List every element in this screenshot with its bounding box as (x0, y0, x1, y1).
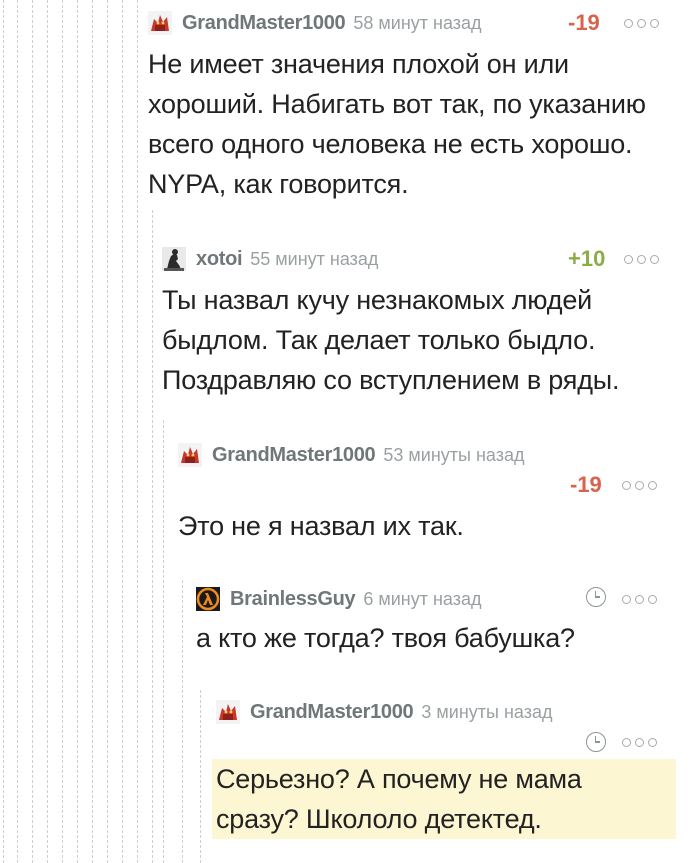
red-creature-avatar-icon[interactable] (148, 11, 172, 35)
more-options-icon[interactable] (624, 255, 659, 264)
comment-text-line: быдлом. Так делает только быдло. (162, 325, 596, 355)
red-creature-avatar-icon[interactable] (178, 443, 202, 467)
comment-text: а кто же тогда? твоя бабушка? (196, 618, 676, 658)
thread-line (182, 580, 183, 863)
half-life-lambda-avatar-icon[interactable] (196, 587, 220, 611)
thread-line (200, 690, 201, 863)
thread-line (152, 210, 153, 863)
thread-line (32, 0, 33, 863)
comment-text-line: всего одного человека не есть хорошо. (148, 129, 633, 159)
author-name[interactable]: GrandMaster1000 (250, 701, 414, 724)
thread-line (3, 0, 4, 863)
comment: GrandMaster1000 58 минут назад -19 Не им… (148, 8, 688, 204)
more-options-icon[interactable] (622, 595, 657, 604)
comment-time[interactable]: 3 минуты назад (421, 702, 552, 723)
clock-icon[interactable] (586, 732, 606, 752)
comment-time[interactable]: 55 минут назад (250, 249, 378, 270)
comment-thread: GrandMaster1000 58 минут назад -19 Не им… (0, 0, 700, 863)
comment-time[interactable]: 53 минуты назад (383, 445, 524, 466)
comment: GrandMaster1000 53 минуты назад -19 Это … (178, 440, 678, 546)
comment-text-line: а кто же тогда? твоя бабушка? (196, 623, 575, 653)
comment-controls (216, 727, 676, 757)
comment-text-line: Это не я назвал их так. (178, 511, 464, 541)
comment-time[interactable]: 6 минут назад (363, 589, 481, 610)
comment-text-line: Поздравляю со вступлением в ряды. (162, 365, 620, 395)
comment-text-highlighted: Серьезно? А почему не мама сразу? Школол… (212, 759, 676, 839)
comment: BrainlessGuy 6 минут назад а кто же тогд… (196, 584, 676, 658)
thread-line (107, 0, 108, 863)
comment-header: xotoi 55 минут назад +10 (162, 244, 682, 274)
author-name[interactable]: GrandMaster1000 (212, 444, 376, 467)
comment-rating: +10 (568, 246, 606, 271)
comment-text-line: Ты назвал кучу незнакомых людей (162, 285, 593, 315)
thread-line (163, 420, 164, 863)
more-options-icon[interactable] (624, 19, 659, 28)
comment-header: GrandMaster1000 53 минуты назад (178, 440, 678, 470)
comment-rating: -19 (570, 472, 602, 497)
more-options-icon[interactable] (622, 481, 657, 490)
comment: xotoi 55 минут назад +10 Ты назвал кучу … (162, 244, 682, 400)
more-options-icon[interactable] (622, 738, 657, 747)
comment-header: GrandMaster1000 58 минут назад -19 (148, 8, 688, 38)
comment-text-line: Не имеет значения плохой он или (148, 49, 569, 79)
thinker-statue-avatar-icon[interactable] (162, 247, 186, 271)
thread-line (122, 0, 123, 863)
thread-line (92, 0, 93, 863)
author-name[interactable]: BrainlessGuy (230, 588, 356, 611)
comment-text-line: хороший. Набигать вот так, по указанию (148, 89, 646, 119)
clock-icon[interactable] (586, 587, 606, 607)
comment: GrandMaster1000 3 минуты назад Серьезно?… (212, 697, 676, 839)
thread-line (77, 0, 78, 863)
author-name[interactable]: GrandMaster1000 (182, 12, 346, 35)
comment-rating: -19 (568, 10, 600, 35)
thread-line (47, 0, 48, 863)
comment-text: Не имеет значения плохой он или хороший.… (148, 44, 688, 204)
author-name[interactable]: xotoi (196, 248, 243, 271)
comment-header: BrainlessGuy 6 минут назад (196, 584, 676, 614)
comment-text-line: NYPA, как говорится. (148, 169, 409, 199)
thread-line (62, 0, 63, 863)
red-creature-avatar-icon[interactable] (216, 700, 240, 724)
comment-text-line: Серьезно? А почему не мама (216, 764, 582, 794)
comment-time[interactable]: 58 минут назад (353, 13, 481, 34)
comment-header: GrandMaster1000 3 минуты назад (216, 697, 676, 727)
thread-line (137, 0, 138, 863)
thread-line (17, 0, 18, 863)
comment-text-line: сразу? Школоло детектед. (216, 804, 542, 834)
comment-text: Это не я назвал их так. (178, 506, 678, 546)
comment-text: Ты назвал кучу незнакомых людей быдлом. … (162, 280, 682, 400)
comment-controls: -19 (178, 470, 678, 500)
